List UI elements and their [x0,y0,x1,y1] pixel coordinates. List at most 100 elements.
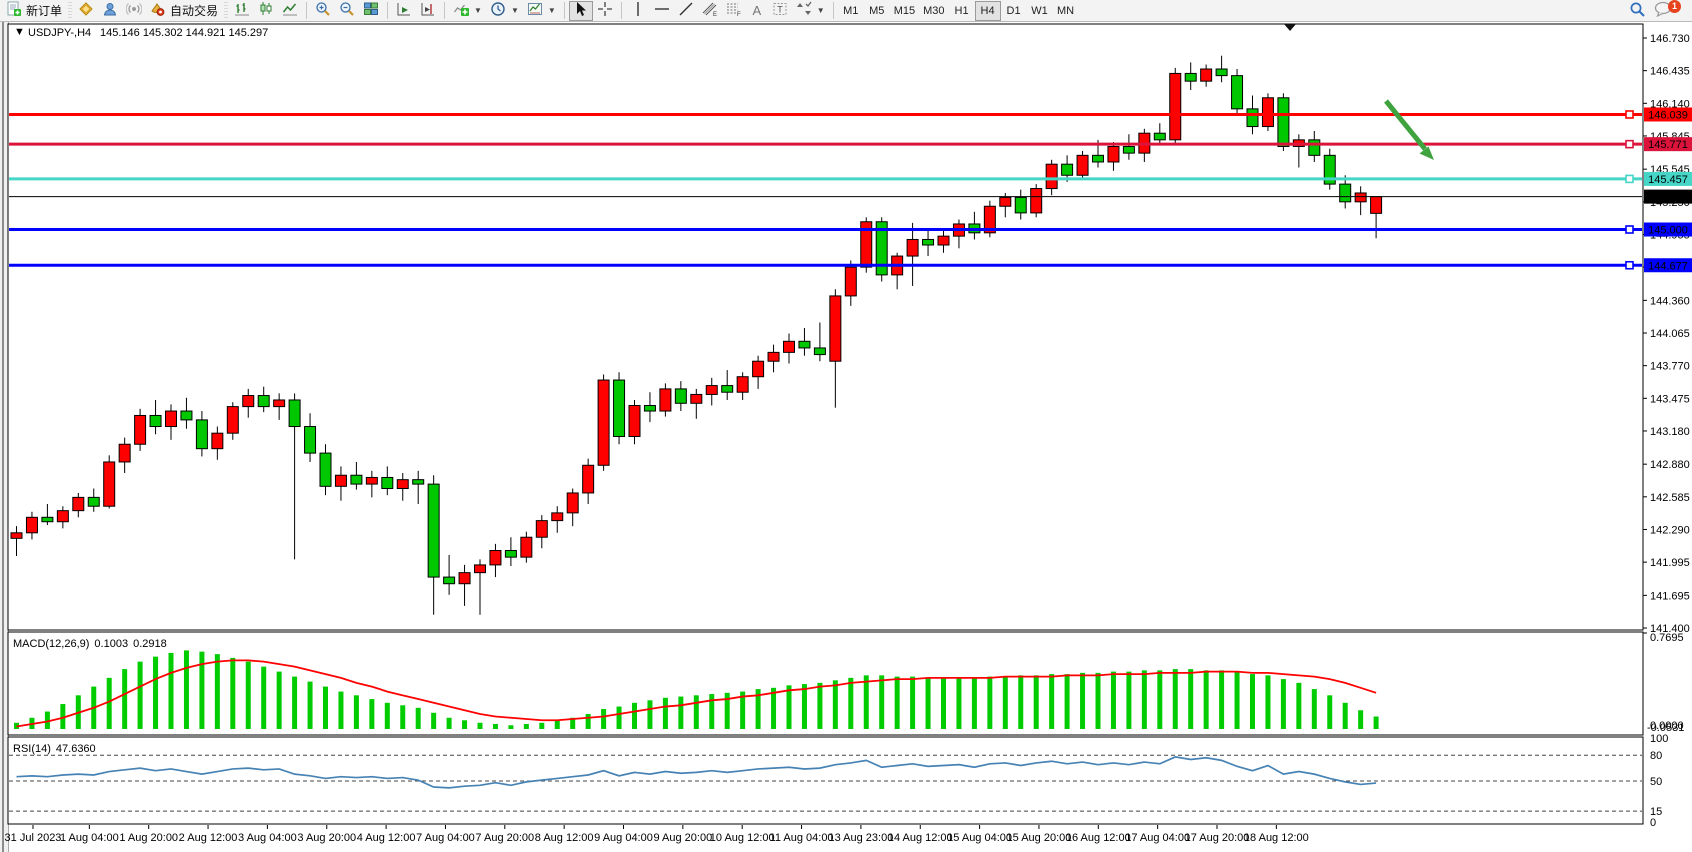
candle-up [830,296,841,361]
hline-endpoint-marker[interactable] [1626,141,1633,148]
candle-down [614,380,625,436]
macd-axis-bottom-label: 0.0000 [1650,720,1684,732]
candle-up [753,361,764,376]
candle-down [505,551,516,558]
macd-histogram-bar [400,705,405,729]
candle-down [351,475,362,484]
candle-down [1185,73,1196,81]
candle-up [629,406,640,437]
time-tick-label: 13 Aug 23:00 [828,832,893,844]
macd-histogram-bar [338,692,343,729]
chart-title-ohlc: 145.146 145.302 144.921 145.297 [100,27,268,39]
macd-histogram-bar [215,654,220,729]
candle-up [104,462,115,506]
macd-histogram-bar [1235,672,1240,729]
candle-up [583,465,594,493]
macd-histogram-bar [1296,683,1301,729]
time-tick-label: 9 Aug 20:00 [653,832,712,844]
rsi-axis-label: 50 [1650,776,1662,788]
price-tick-label: 144.065 [1650,328,1690,340]
candle-up [459,573,470,584]
macd-histogram-bar [261,667,266,729]
price-tick-label: 146.730 [1650,33,1690,45]
price-line-label: 145.297 [1648,192,1688,204]
macd-histogram-bar [493,724,498,729]
macd-histogram-bar [1126,672,1131,729]
time-tick-label: 2 Aug 12:00 [179,832,238,844]
macd-histogram-bar [1003,677,1008,729]
candle-down [1278,98,1289,147]
chart-canvas[interactable]: 146.730146.435146.140145.845145.545145.2… [0,0,1692,852]
rsi-axis-label: 0 [1650,817,1656,829]
macd-histogram-bar [462,720,467,729]
candle-up [938,236,949,245]
macd-histogram-bar [292,677,297,729]
macd-histogram-bar [385,703,390,729]
price-tick-label: 143.770 [1650,361,1690,373]
candle-down [814,348,825,355]
macd-histogram-bar [478,723,483,729]
time-tick-label: 15 Aug 04:00 [947,832,1012,844]
hline-endpoint-marker[interactable] [1626,262,1633,269]
macd-histogram-bar [246,662,251,729]
macd-histogram-bar [987,677,992,729]
candle-down [428,484,439,577]
macd-histogram-bar [910,677,915,729]
candle-down [722,386,733,393]
candle-up [119,444,130,462]
candle-up [135,415,146,444]
macd-histogram-bar [1065,674,1070,729]
macd-histogram-bar [369,699,374,729]
candle-down [1309,140,1320,155]
candle-down [444,577,455,584]
macd-histogram-bar [647,700,652,729]
macd-histogram-bar [1312,689,1317,729]
macd-histogram-bar [169,653,174,729]
candle-up [552,513,563,521]
candle-down [1232,76,1243,109]
macd-histogram-bar [802,684,807,729]
macd-histogram-bar [833,680,838,729]
candle-down [320,453,331,486]
macd-axis-max-label: 0.7695 [1650,632,1684,644]
candle-down [258,396,269,407]
candle-up [335,475,346,486]
price-tick-label: 143.475 [1650,393,1690,405]
chart-title-symbol: USDJPY-,H4 [28,27,91,39]
candle-up [212,433,223,448]
macd-histogram-bar [230,658,235,729]
hline-endpoint-marker[interactable] [1626,111,1633,118]
time-tick-label: 1 Aug 20:00 [119,832,178,844]
macd-histogram-bar [787,685,792,729]
macd-histogram-bar [895,677,900,729]
macd-histogram-bar [1142,670,1147,729]
candle-up [845,267,856,296]
candle-up [1077,155,1088,175]
candle-down [1216,69,1227,76]
time-tick-label: 14 Aug 12:00 [888,832,953,844]
candle-down [644,406,655,412]
macd-histogram-bar [1096,673,1101,729]
hline-endpoint-marker[interactable] [1626,175,1633,182]
candle-up [521,537,532,557]
time-tick-label: 3 Aug 04:00 [238,832,297,844]
hline-endpoint-marker[interactable] [1626,226,1633,233]
price-line-label: 145.457 [1648,174,1688,186]
time-tick-label: 16 Aug 12:00 [1066,832,1131,844]
macd-panel[interactable] [8,632,1643,735]
macd-histogram-bar [879,675,884,729]
candle-up [166,411,177,426]
candle-up [366,477,377,484]
time-tick-label: 11 Aug 04:00 [770,832,834,844]
time-tick-label: 7 Aug 20:00 [475,832,534,844]
macd-histogram-bar [1343,703,1348,729]
macd-histogram-bar [1018,675,1023,729]
macd-histogram-bar [508,725,513,729]
candle-up [1262,98,1273,127]
symbol-dropdown-icon[interactable]: ▼ [14,26,25,38]
candle-down [1093,155,1104,162]
macd-histogram-bar [817,683,822,729]
candle-up [490,551,501,565]
macd-histogram-bar [1374,717,1379,729]
rsi-axis-label: 80 [1650,750,1662,762]
